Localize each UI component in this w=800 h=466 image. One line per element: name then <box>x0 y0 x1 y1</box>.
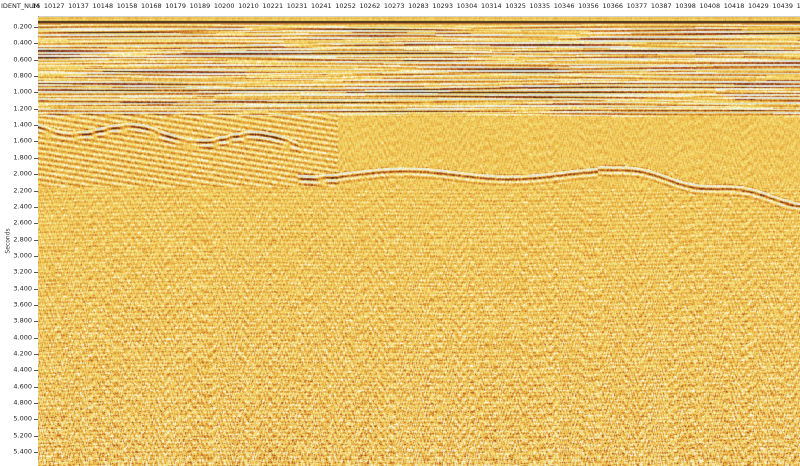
trace-number: 10241 <box>310 2 332 10</box>
trace-number: 10387 <box>650 2 672 10</box>
trace-number: 10231 <box>286 2 308 10</box>
trace-number: 10252 <box>335 2 356 10</box>
trace-number: 10346 <box>553 2 575 10</box>
trace-header-bar: IDENT_NUM 16 10127 10137 10148 10158 10168 101… <box>0 0 800 17</box>
trace-number: 10366 <box>602 2 624 10</box>
trace-number: 10408 <box>699 2 721 10</box>
trace-number: 10335 <box>529 2 551 10</box>
trace-number: 10168 <box>141 2 162 10</box>
time-tick-label: 0.800 <box>13 71 32 80</box>
time-tick-label: 3.000 <box>13 251 32 260</box>
time-tick-label: 3.200 <box>13 267 32 276</box>
trace-number: 10418 <box>723 2 745 10</box>
seismic-section-image[interactable] <box>38 17 800 466</box>
time-tick-label: 2.800 <box>13 235 32 244</box>
time-tick-label: 3.400 <box>13 284 32 293</box>
trace-number: 10148 <box>92 2 114 10</box>
time-tick-label: 0.200 <box>13 22 32 31</box>
trace-number: 10304 <box>456 2 478 10</box>
time-tick-label: 1.600 <box>13 136 32 145</box>
trace-number: 10210 <box>238 2 259 10</box>
trace-number-row: 16 10127 10137 10148 10158 10168 10179 10189 102… <box>32 2 800 10</box>
trace-number: 10293 <box>432 2 454 10</box>
time-tick-label: 5.200 <box>13 431 32 440</box>
time-tick-label: 1.000 <box>13 87 32 96</box>
time-tick-label: 4.800 <box>13 398 32 407</box>
time-tick-label: 0.400 <box>13 38 32 47</box>
time-tick-label: 0.600 <box>13 55 32 64</box>
trace-number: 10137 <box>68 2 89 10</box>
time-tick-label: 2.200 <box>13 186 32 194</box>
time-tick-label: 4.200 <box>13 349 32 358</box>
trace-number: 10450 <box>797 2 800 10</box>
time-tick-label: 2.600 <box>13 218 32 227</box>
trace-number: 10314 <box>480 2 502 10</box>
trace-number: 10221 <box>262 2 284 10</box>
time-axis-unit: Seconds <box>4 228 12 254</box>
trace-number: 16 <box>32 2 41 10</box>
time-axis: Seconds 0.200 0.400 0.600 0.800 1.000 1.200 1.… <box>0 16 39 466</box>
trace-number: 10439 <box>772 2 793 10</box>
time-tick-label: 2.400 <box>13 202 32 211</box>
trace-number: 10429 <box>748 2 769 10</box>
seismic-section-panel[interactable] <box>38 17 800 466</box>
trace-number: 10283 <box>408 2 429 10</box>
time-tick-label: 5.000 <box>13 414 32 423</box>
trace-number: 10127 <box>43 2 65 10</box>
time-tick-label: 4.000 <box>13 333 32 342</box>
time-tick-label: 1.400 <box>13 120 32 129</box>
trace-number: 10262 <box>359 2 381 10</box>
trace-number: 10158 <box>116 2 138 10</box>
time-tick-label: 4.600 <box>13 382 32 391</box>
trace-number: 10356 <box>578 2 599 10</box>
trace-number: 10398 <box>675 2 696 10</box>
trace-number: 10189 <box>189 2 211 10</box>
time-tick-label: 5.400 <box>13 447 32 456</box>
time-tick-label: 1.800 <box>13 153 32 162</box>
trace-number: 10325 <box>505 2 526 10</box>
trace-number: 10377 <box>626 2 648 10</box>
trace-number: 10179 <box>165 2 186 10</box>
time-tick-label: 3.600 <box>13 300 32 309</box>
trace-number: 10200 <box>213 2 235 10</box>
time-tick-label: 1.200 <box>13 104 32 113</box>
time-tick-label: 3.800 <box>13 316 32 325</box>
time-tick-label: 2.000 <box>13 169 32 178</box>
trace-number: 10273 <box>383 2 405 10</box>
time-tick-label: 4.400 <box>13 365 32 374</box>
seismic-viewer: IDENT_NUM 16 10127 10137 10148 10158 10168 101… <box>0 0 800 466</box>
